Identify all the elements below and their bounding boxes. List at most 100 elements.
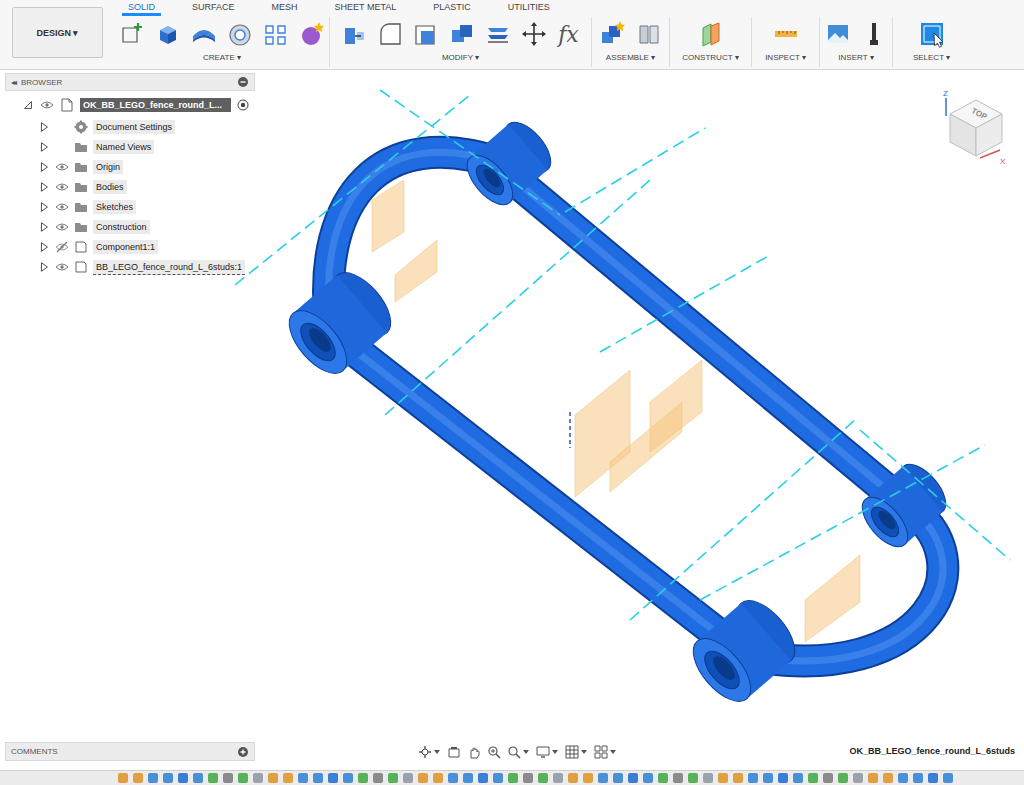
- timeline-feature[interactable]: [373, 773, 383, 783]
- timeline-feature[interactable]: [658, 773, 668, 783]
- construction-plane[interactable]: [805, 555, 860, 642]
- nav-button[interactable]: [594, 745, 617, 759]
- timeline-feature[interactable]: [943, 773, 953, 783]
- timeline-feature[interactable]: [628, 773, 638, 783]
- timeline-feature[interactable]: [613, 773, 623, 783]
- browser-item-label[interactable]: OK_BB_LEGO_fence_round_L...: [80, 98, 231, 112]
- tool-button[interactable]: [298, 20, 326, 48]
- tool-group-label[interactable]: INSPECT ▾: [765, 53, 806, 62]
- browser-item-label[interactable]: Named Views: [93, 140, 154, 154]
- tool-button[interactable]: [376, 20, 404, 48]
- workspace-switcher[interactable]: DESIGN ▾: [12, 7, 103, 58]
- browser-item[interactable]: Construction: [5, 217, 255, 237]
- timeline-feature[interactable]: [388, 773, 398, 783]
- browser-item[interactable]: Document Settings: [5, 117, 255, 137]
- construction-plane[interactable]: [650, 360, 702, 452]
- nav-button[interactable]: [467, 745, 481, 759]
- timeline-feature[interactable]: [238, 773, 248, 783]
- viewcube[interactable]: TOPZX: [940, 86, 1012, 168]
- timeline-feature[interactable]: [493, 773, 503, 783]
- tube[interactable]: [335, 335, 745, 655]
- timeline-feature[interactable]: [838, 773, 848, 783]
- tool-button[interactable]: [635, 20, 663, 48]
- tool-button[interactable]: [918, 20, 946, 48]
- timeline-feature[interactable]: [328, 773, 338, 783]
- timeline-feature[interactable]: [208, 773, 218, 783]
- parameters-button[interactable]: fx: [556, 22, 581, 47]
- timeline-feature[interactable]: [688, 773, 698, 783]
- construction-axis[interactable]: [600, 255, 770, 352]
- tool-group-label[interactable]: CREATE ▾: [203, 53, 241, 62]
- timeline-feature[interactable]: [823, 773, 833, 783]
- tool-button[interactable]: [340, 20, 368, 48]
- construction-axis[interactable]: [700, 445, 985, 600]
- timeline-feature[interactable]: [538, 773, 548, 783]
- timeline-feature[interactable]: [733, 773, 743, 783]
- timeline-feature[interactable]: [253, 773, 263, 783]
- browser-item[interactable]: Bodies: [5, 177, 255, 197]
- tool-button[interactable]: [448, 20, 476, 48]
- tool-group-label[interactable]: ASSEMBLE ▾: [606, 53, 655, 62]
- stud-socket[interactable]: [459, 115, 559, 213]
- timeline-feature[interactable]: [223, 773, 233, 783]
- nav-button[interactable]: [487, 745, 501, 759]
- timeline-feature[interactable]: [163, 773, 173, 783]
- construction-plane[interactable]: [395, 240, 437, 302]
- timeline-feature[interactable]: [763, 773, 773, 783]
- tool-button[interactable]: [824, 20, 852, 48]
- browser-item-label[interactable]: BB_LEGO_fence_round_L_6studs:1: [93, 260, 245, 275]
- timeline-feature[interactable]: [463, 773, 473, 783]
- browser-item-label[interactable]: Sketches: [93, 200, 136, 214]
- browser-item-label[interactable]: Construction: [93, 220, 150, 234]
- timeline-feature[interactable]: [778, 773, 788, 783]
- timeline-feature[interactable]: [433, 773, 443, 783]
- browser-item[interactable]: Origin: [5, 157, 255, 177]
- nav-button[interactable]: [447, 745, 461, 759]
- browser-item[interactable]: Component1:1: [5, 237, 255, 257]
- timeline-feature[interactable]: [808, 773, 818, 783]
- browser-item-label[interactable]: Bodies: [93, 180, 127, 194]
- construction-axis[interactable]: [235, 95, 470, 285]
- comments-panel[interactable]: COMMENTS: [5, 742, 255, 761]
- timeline-feature[interactable]: [643, 773, 653, 783]
- browser-item[interactable]: OK_BB_LEGO_fence_round_L...: [5, 97, 255, 113]
- tool-group-label[interactable]: MODIFY ▾: [442, 53, 479, 62]
- browser-item[interactable]: BB_LEGO_fence_round_L_6studs:1: [5, 257, 255, 277]
- tool-group-label[interactable]: CONSTRUCT ▾: [682, 53, 738, 62]
- tab[interactable]: SHEET METAL: [335, 0, 397, 14]
- timeline-feature[interactable]: [553, 773, 563, 783]
- tool-button[interactable]: [190, 20, 218, 48]
- timeline-feature[interactable]: [313, 773, 323, 783]
- tab[interactable]: MESH: [272, 0, 298, 14]
- timeline-feature[interactable]: [703, 773, 713, 783]
- tool-button[interactable]: [118, 20, 146, 48]
- timeline-feature[interactable]: [598, 773, 608, 783]
- model-body[interactable]: [279, 115, 954, 712]
- timeline-feature[interactable]: [748, 773, 758, 783]
- tool-button[interactable]: [262, 20, 290, 48]
- browser-item-label[interactable]: Document Settings: [93, 120, 175, 134]
- timeline-feature[interactable]: [928, 773, 938, 783]
- browser-item[interactable]: Sketches: [5, 197, 255, 217]
- tab[interactable]: PLASTIC: [433, 0, 471, 14]
- tool-group-label[interactable]: INSERT ▾: [838, 53, 873, 62]
- timeline-feature[interactable]: [883, 773, 893, 783]
- timeline-feature[interactable]: [448, 773, 458, 783]
- tool-button[interactable]: [860, 20, 888, 48]
- timeline-feature[interactable]: [673, 773, 683, 783]
- timeline-feature[interactable]: [178, 773, 188, 783]
- timeline-feature[interactable]: [583, 773, 593, 783]
- timeline-feature[interactable]: [853, 773, 863, 783]
- model-canvas[interactable]: [0, 70, 1024, 770]
- timeline-feature[interactable]: [478, 773, 488, 783]
- stud-socket[interactable]: [854, 457, 954, 555]
- tool-group-label[interactable]: SELECT ▾: [913, 53, 950, 62]
- timeline-feature[interactable]: [118, 773, 128, 783]
- timeline-feature[interactable]: [418, 773, 428, 783]
- timeline-feature[interactable]: [268, 773, 278, 783]
- construction-axis[interactable]: [380, 90, 560, 215]
- construction-axis[interactable]: [860, 430, 1010, 560]
- construction-axis[interactable]: [385, 180, 650, 415]
- browser-item-label[interactable]: Component1:1: [93, 240, 158, 254]
- tool-button[interactable]: [154, 20, 182, 48]
